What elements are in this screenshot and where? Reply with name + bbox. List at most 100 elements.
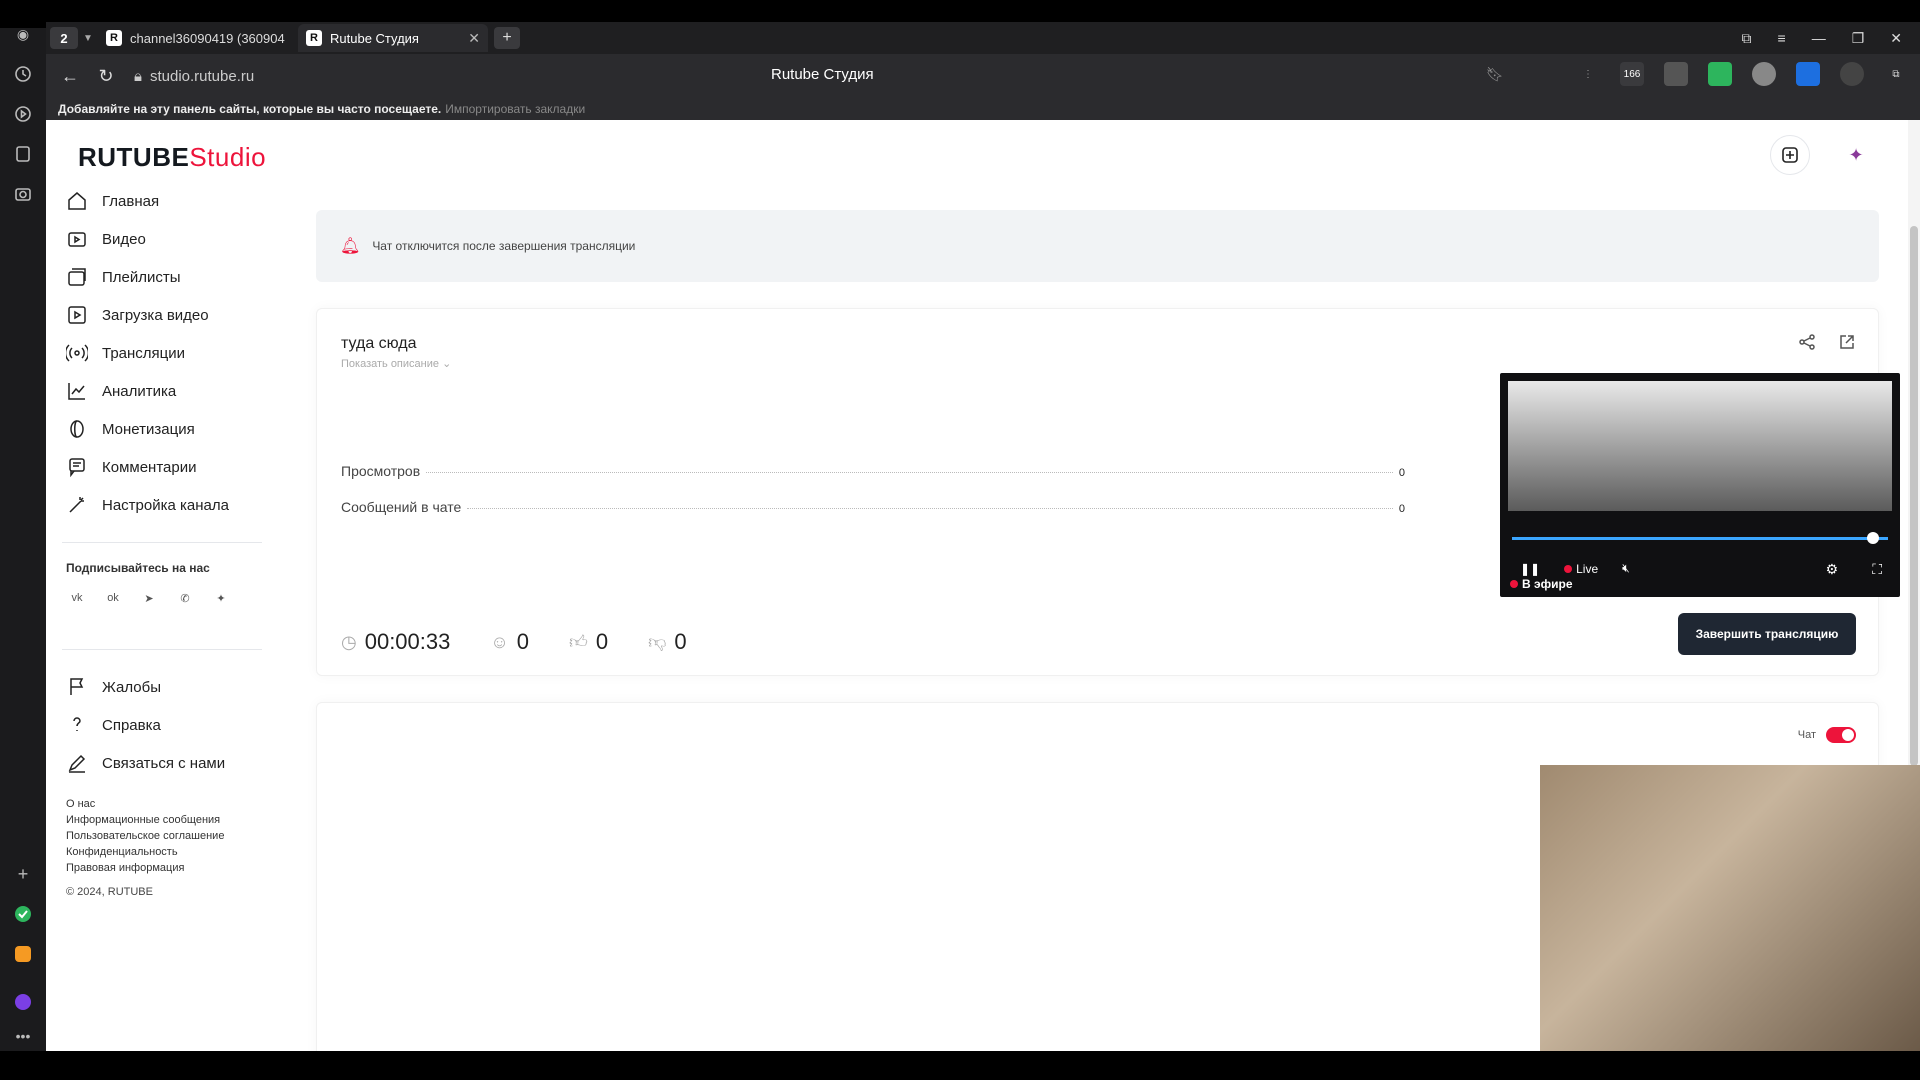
check-app-icon[interactable]	[11, 902, 35, 926]
footer-link[interactable]: Пользовательское соглашение	[66, 828, 272, 844]
bookmark-icon[interactable]: 🔖︎	[1486, 66, 1504, 83]
settings-icon[interactable]: ⚙	[1826, 561, 1839, 578]
import-bookmarks-link[interactable]: Импортировать закладки	[445, 102, 585, 116]
sidebar-item-playlists[interactable]: Плейлисты	[62, 258, 272, 296]
sidebar-item-contact[interactable]: Связаться с нами	[62, 744, 272, 782]
menu-icon[interactable]: ≡	[1778, 30, 1786, 46]
clock-icon: ◷	[341, 631, 357, 652]
flag-icon	[66, 676, 88, 698]
calendar-extension-icon[interactable]: 166	[1620, 62, 1644, 86]
tab-channel[interactable]: R channel36090419 (360904	[98, 24, 298, 52]
ok-icon[interactable]: ok	[102, 587, 124, 609]
dislikes-metric: 👎︎ 0	[648, 629, 687, 655]
sidebar-item-analytics[interactable]: Аналитика	[62, 372, 272, 410]
sidebar-item-help[interactable]: Справка	[62, 706, 272, 744]
more-social-icon[interactable]: ✦	[210, 587, 232, 609]
bell-icon: 🔔︎	[340, 238, 361, 255]
fullscreen-icon[interactable]: ⛶	[1872, 561, 1882, 578]
bookmarks-panel-icon[interactable]: ⧉	[1742, 30, 1752, 47]
assistant-app-icon[interactable]	[11, 990, 35, 1014]
window-extension-icon[interactable]	[1664, 62, 1688, 86]
telegram-icon[interactable]: ➤	[138, 587, 160, 609]
footer-link[interactable]: Конфиденциальность	[66, 844, 272, 860]
sidebar-item-label: Плейлисты	[102, 268, 181, 286]
mute-icon[interactable]: 🔇︎	[1622, 561, 1630, 576]
player-progress-knob[interactable]	[1866, 532, 1879, 544]
page-title: Rutube Студия	[771, 66, 874, 83]
duration-metric: ◷ 00:00:33	[341, 629, 450, 655]
viewers-metric: ☺ 0	[490, 629, 529, 655]
rutube-favicon-icon: R	[106, 30, 122, 46]
show-description-toggle[interactable]: Показать описание ⌄	[341, 357, 451, 370]
mail-app-icon[interactable]	[11, 942, 35, 966]
dotted-leader	[467, 508, 1393, 509]
sidebar-item-broadcasts[interactable]: Трансляции	[62, 334, 272, 372]
back-icon[interactable]: ←	[52, 61, 88, 91]
sidebar-item-home[interactable]: Главная	[62, 182, 272, 220]
screen-bottom-bar	[0, 1051, 1920, 1080]
chat-toggle-switch[interactable]	[1826, 727, 1856, 743]
colors-extension-icon[interactable]	[1840, 62, 1864, 86]
tab-group-counter[interactable]: 2	[50, 27, 78, 49]
profile-icon[interactable]: ◉	[11, 22, 35, 46]
pause-icon[interactable]: ❚❚	[1520, 562, 1540, 576]
sidebar-item-video[interactable]: Видео	[62, 220, 272, 258]
views-label: Просмотров	[341, 463, 421, 479]
play-icon[interactable]	[11, 102, 35, 126]
end-broadcast-button[interactable]: Завершить трансляцию	[1678, 613, 1856, 655]
sidebar-item-complaints[interactable]: Жалобы	[62, 668, 272, 706]
vk-icon[interactable]: vk	[66, 587, 88, 609]
chevron-down-icon[interactable]: ▼	[78, 33, 98, 44]
thumbs-down-icon: 👎︎	[648, 632, 667, 652]
tab-rutube-studio[interactable]: R Rutube Студия ✕	[298, 24, 488, 52]
sidebar-item-label: Настройка канала	[102, 496, 229, 514]
sidebar-item-channel-settings[interactable]: Настройка канала	[62, 486, 272, 524]
kebab-menu-icon[interactable]: ⋮	[1576, 62, 1600, 86]
banner-text: Чат отключится после завершения трансляц…	[372, 239, 636, 253]
footer-link[interactable]: О нас	[66, 796, 272, 812]
analytics-icon	[66, 380, 88, 402]
chat-messages-value: 0	[1398, 503, 1405, 515]
on-air-text: В эфире	[1522, 577, 1573, 591]
new-tab-button[interactable]: +	[494, 27, 520, 49]
share-icon[interactable]	[1798, 333, 1816, 356]
reload-icon[interactable]: ↻	[88, 61, 124, 91]
player-progress-bar[interactable]	[1512, 537, 1888, 540]
stream-preview-player[interactable]: ❚❚ Live 🔇︎ В эфире ⚙ ⛶	[1500, 373, 1900, 597]
restore-icon[interactable]: ❐	[1852, 30, 1865, 47]
rutube-studio-logo[interactable]: RUTUBEStudio	[78, 142, 266, 173]
history-icon[interactable]	[11, 62, 35, 86]
scrollbar-thumb[interactable]	[1910, 226, 1918, 766]
sidebar-divider	[62, 542, 262, 543]
stream-actions	[1798, 333, 1856, 356]
rutube-favicon-icon: R	[306, 30, 322, 46]
comments-icon	[66, 456, 88, 478]
chat-toggle[interactable]: Чат	[1798, 727, 1856, 743]
viewers-value: 0	[516, 629, 529, 654]
add-icon[interactable]: +	[11, 862, 35, 886]
user-icon: ☺	[490, 631, 509, 652]
screenshot-icon[interactable]	[11, 182, 35, 206]
external-link-icon[interactable]	[1838, 333, 1856, 356]
likes-value: 0	[595, 629, 609, 654]
collections-icon[interactable]: ⧉	[1884, 62, 1908, 86]
sidebar-item-comments[interactable]: Комментарии	[62, 448, 272, 486]
badge-extension-icon[interactable]	[1796, 62, 1820, 86]
footer-link[interactable]: Информационные сообщения	[66, 812, 272, 828]
footer-link[interactable]: Правовая информация	[66, 860, 272, 876]
mask-extension-icon[interactable]	[1752, 62, 1776, 86]
sidebar-item-upload[interactable]: Загрузка видео	[62, 296, 272, 334]
avatar[interactable]: ✦	[1836, 135, 1876, 175]
sidebar-item-monetization[interactable]: Монетизация	[62, 410, 272, 448]
sidebar-item-label: Монетизация	[102, 420, 195, 438]
puzzle-extension-icon[interactable]	[1708, 62, 1732, 86]
add-content-button[interactable]	[1770, 135, 1810, 175]
dislikes-value: 0	[674, 629, 687, 654]
tabs-count-icon[interactable]	[11, 142, 35, 166]
viber-icon[interactable]: ✆	[174, 587, 196, 609]
close-window-icon[interactable]: ✕	[1890, 30, 1902, 47]
minimize-icon[interactable]: —	[1812, 30, 1826, 46]
close-icon[interactable]: ✕	[468, 30, 480, 47]
sidebar-item-label: Комментарии	[102, 458, 197, 476]
more-icon[interactable]: •••	[11, 1024, 35, 1048]
